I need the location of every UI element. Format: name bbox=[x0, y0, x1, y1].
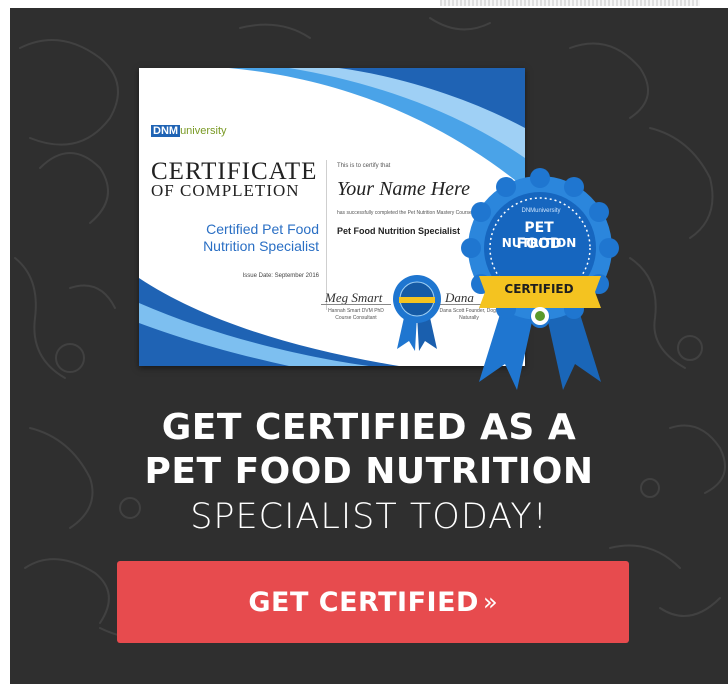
signature-1-title: Hannah Smart DVM PhD Course Consultant bbox=[328, 308, 384, 321]
logo-prefix: DNM bbox=[151, 125, 181, 137]
promo-banner: DNM university CERTIFICATE OF COMPLETION … bbox=[10, 8, 728, 684]
small-ribbon-icon bbox=[393, 275, 441, 351]
double-chevron-right-icon: » bbox=[482, 588, 498, 616]
badge-title-line2: NUTRITION bbox=[501, 236, 577, 250]
headline-line2: PET FOOD NUTRITION bbox=[144, 451, 594, 492]
top-edge-artifact bbox=[440, 0, 700, 6]
presented-to-label: This is to certify that bbox=[337, 163, 391, 169]
headline: GET CERTIFIED AS A PET FOOD NUTRITION SP… bbox=[10, 406, 728, 540]
dnm-university-logo: DNM university bbox=[151, 125, 227, 137]
recipient-name: Your Name Here bbox=[337, 178, 470, 200]
issue-date: Issue Date: September 2016 bbox=[242, 273, 319, 279]
headline-line3: SPECIALIST TODAY! bbox=[190, 497, 548, 537]
get-certified-button[interactable]: GET CERTIFIED » bbox=[117, 561, 629, 643]
program-line2: Nutrition Specialist bbox=[203, 238, 319, 254]
badge-brand: DNMuniversity bbox=[521, 208, 561, 214]
program-line1: Certified Pet Food bbox=[206, 221, 319, 237]
badge-ribbon-text: CERTIFIED bbox=[504, 282, 574, 296]
signature-line-1 bbox=[321, 304, 391, 305]
certificate-subtitle: OF COMPLETION bbox=[151, 181, 300, 200]
certified-badge-icon bbox=[461, 168, 619, 390]
certificate-divider bbox=[326, 160, 327, 310]
cta-label: GET CERTIFIED bbox=[248, 586, 479, 618]
course-name: Pet Food Nutrition Specialist bbox=[337, 226, 461, 236]
logo-suffix: university bbox=[180, 125, 227, 137]
program-name: Certified Pet Food Nutrition Specialist bbox=[159, 221, 319, 255]
headline-line1: GET CERTIFIED AS A bbox=[161, 407, 577, 448]
